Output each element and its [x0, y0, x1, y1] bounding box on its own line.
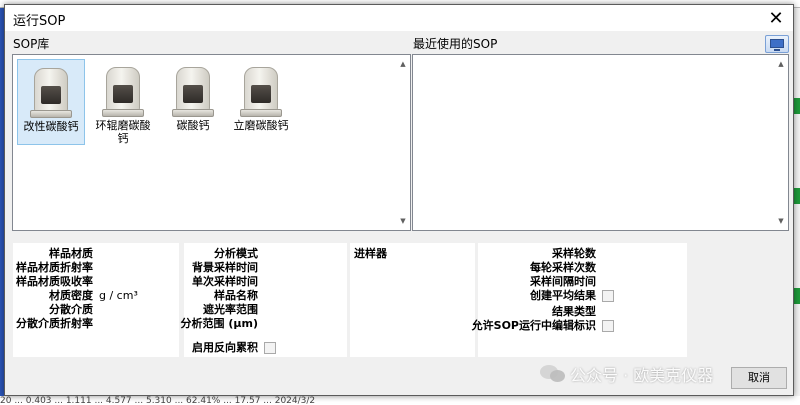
sample-name-label: 样品名称 [214, 289, 258, 302]
sop-item-label: 环辊磨碳酸钙 [95, 119, 151, 145]
sampler-panel: 进样器 [350, 243, 475, 357]
sop-item-ring-roller-calcium-carbonate[interactable]: 环辊磨碳酸钙 [89, 59, 157, 145]
create-average-checkbox[interactable] [602, 290, 614, 302]
allow-edit-id-label: 允许SOP运行中编辑标识 [471, 319, 596, 332]
result-type-label: 结果类型 [552, 305, 596, 318]
analysis-range-label: 分析范围 (μm) [180, 317, 258, 330]
material-absorption-label: 样品材质吸收率 [16, 275, 93, 288]
scroll-up-arrow-icon[interactable]: ▲ [774, 57, 788, 71]
create-average-label: 创建平均结果 [530, 289, 596, 302]
watermark: 公众号 · 欧美克仪器 [540, 360, 713, 388]
reverse-cumulative-label: 启用反向累积 [192, 341, 258, 354]
sampling-interval-label: 采样间隔时间 [530, 275, 596, 288]
analysis-settings-panel: 分析模式 背景采样时间 单次采样时间 样品名称 遮光率范围 分析范围 (μm) … [180, 243, 347, 357]
sampling-settings-panel: 采样轮数 每轮采样次数 采样间隔时间 创建平均结果 结果类型 允许SOP运行中编… [472, 243, 687, 357]
cancel-button[interactable]: 取消 [731, 367, 787, 389]
background-table-row: 20 ... 0.403 ... 1.111 ... 4.577 ... 5.3… [0, 396, 800, 405]
obscuration-range-label: 遮光率范围 [203, 303, 258, 316]
sampling-rounds-label: 采样轮数 [552, 247, 596, 260]
scroll-down-arrow-icon[interactable]: ▼ [396, 214, 410, 228]
single-time-label: 单次采样时间 [192, 275, 258, 288]
sampler-label: 进样器 [354, 247, 387, 260]
sop-item-label: 改性碳酸钙 [23, 120, 79, 133]
samples-per-round-label: 每轮采样次数 [530, 261, 596, 274]
sop-library-label: SOP库 [13, 37, 50, 51]
recent-list-scrollbar[interactable]: ▲ ▼ [774, 55, 788, 230]
sop-item-modified-calcium-carbonate[interactable]: 改性碳酸钙 [17, 59, 85, 145]
sop-item-label: 立磨碳酸钙 [233, 119, 289, 132]
recent-sop-list[interactable]: ▲ ▼ [412, 54, 789, 231]
monitor-view-icon [770, 39, 784, 48]
particle-analyzer-icon [238, 63, 284, 119]
dialog-title: 运行SOP [13, 14, 66, 29]
sop-item-label: 碳酸钙 [176, 119, 210, 132]
scroll-up-arrow-icon[interactable]: ▲ [396, 57, 410, 71]
dispersant-refractive-label: 分散介质折射率 [16, 317, 93, 330]
density-unit: g / cm³ [99, 289, 138, 302]
view-mode-button[interactable] [765, 35, 789, 53]
chat-bubbles-logo-icon [540, 363, 566, 385]
scroll-down-arrow-icon[interactable]: ▼ [774, 214, 788, 228]
allow-edit-id-checkbox[interactable] [602, 320, 614, 332]
reverse-cumulative-checkbox[interactable] [264, 342, 276, 354]
background-time-label: 背景采样时间 [192, 261, 258, 274]
dialog-titlebar: 运行SOP ✕ [5, 5, 793, 31]
sop-item-calcium-carbonate[interactable]: 碳酸钙 [159, 59, 227, 145]
sop-library-list[interactable]: 改性碳酸钙 环辊磨碳酸钙 碳酸钙 立磨碳酸钙 ▲ ▼ [12, 54, 411, 231]
monitor-stand-icon [774, 49, 780, 51]
material-density-label: 材质密度 [49, 289, 93, 302]
particle-analyzer-icon [28, 64, 74, 120]
analysis-mode-label: 分析模式 [214, 247, 258, 260]
sop-list-scrollbar[interactable]: ▲ ▼ [396, 55, 410, 230]
sample-material-label: 样品材质 [49, 247, 93, 260]
watermark-text: 公众号 · 欧美克仪器 [570, 366, 714, 385]
run-sop-dialog: 运行SOP ✕ SOP库 最近使用的SOP 改性碳酸钙 环辊磨碳酸钙 碳酸钙 立… [4, 4, 794, 396]
material-refractive-label: 样品材质折射率 [16, 261, 93, 274]
close-icon: ✕ [768, 7, 784, 29]
sop-item-vertical-mill-calcium-carbonate[interactable]: 立磨碳酸钙 [227, 59, 295, 145]
close-button[interactable]: ✕ [763, 7, 789, 29]
dispersant-label: 分散介质 [49, 303, 93, 316]
particle-analyzer-icon [100, 63, 146, 119]
particle-analyzer-icon [170, 63, 216, 119]
material-settings-panel: 样品材质 样品材质折射率 样品材质吸收率 材质密度 g / cm³ 分散介质 分… [13, 243, 179, 357]
recent-sop-label: 最近使用的SOP [413, 37, 498, 51]
